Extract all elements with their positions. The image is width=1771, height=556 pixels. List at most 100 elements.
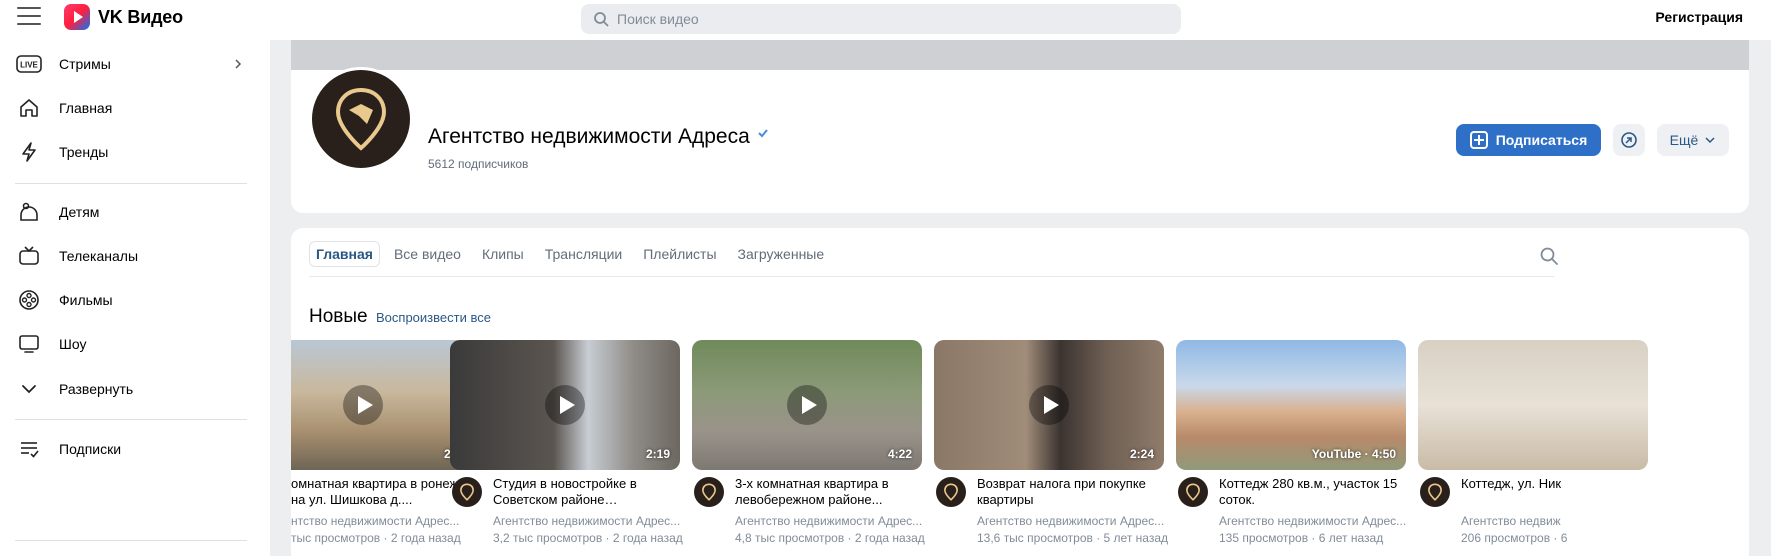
location-pin-logo-icon xyxy=(335,87,387,151)
register-button[interactable]: Регистрация xyxy=(1655,9,1743,25)
sidebar-item-label: Подписки xyxy=(59,441,122,457)
location-pin-logo-icon xyxy=(702,483,716,501)
tab-uploaded[interactable]: Загруженные xyxy=(731,241,832,267)
video-title[interactable]: Возврат налога при покупке квартиры xyxy=(977,476,1167,508)
video-thumbnail[interactable]: 4:22 xyxy=(692,340,922,470)
video-card[interactable]: YouTube · 4:50 Коттедж 280 кв.м., участо… xyxy=(1176,340,1406,545)
video-thumbnail[interactable] xyxy=(1418,340,1648,470)
search-icon[interactable] xyxy=(1539,246,1559,266)
tv-icon xyxy=(16,243,42,269)
video-card[interactable]: 2:19 Студия в новостройке в Советском ра… xyxy=(450,340,683,545)
location-pin-logo-icon xyxy=(1428,483,1442,501)
home-icon xyxy=(16,95,42,121)
sidebar-item-kids[interactable]: Детям xyxy=(0,190,270,234)
channel-avatar[interactable] xyxy=(1420,477,1450,507)
video-duration: 2:19 xyxy=(645,447,670,461)
tab-clips[interactable]: Клипы xyxy=(475,241,531,267)
toy-icon xyxy=(16,199,42,225)
video-title[interactable]: 3-х комнатная квартира в левобережном ра… xyxy=(735,476,925,508)
video-title[interactable]: Студия в новостройке в Советском районе … xyxy=(493,476,683,508)
subscriber-count: 5612 подписчиков xyxy=(428,157,529,171)
share-icon xyxy=(1621,132,1637,148)
video-channel[interactable]: Агентство недвижимости Адрес... xyxy=(1219,514,1409,528)
video-meta: 3,2 тыс просмотров · 2 года назад xyxy=(493,531,683,545)
chevron-down-icon xyxy=(16,376,42,402)
location-pin-logo-icon xyxy=(944,483,958,501)
video-channel[interactable]: нтство недвижимости Адрес... xyxy=(291,514,481,528)
video-title[interactable]: Коттедж 280 кв.м., участок 15 соток. xyxy=(1219,476,1409,508)
divider xyxy=(309,276,1554,277)
sidebar-item-label: Фильмы xyxy=(59,292,113,308)
monitor-icon xyxy=(16,331,42,357)
share-button[interactable] xyxy=(1613,124,1645,156)
video-title[interactable]: Коттедж, ул. Ник xyxy=(1461,476,1651,492)
plus-icon xyxy=(1469,131,1488,149)
more-button[interactable]: Ещё xyxy=(1657,124,1729,156)
tab-playlists[interactable]: Плейлисты xyxy=(636,241,723,267)
logo[interactable]: VK Видео xyxy=(64,4,183,30)
sidebar: LIVE Стримы Главная Тренды Детям Телекан… xyxy=(0,40,270,556)
channel-cover xyxy=(291,40,1749,70)
video-thumbnail[interactable]: 2:19 xyxy=(450,340,680,470)
section-title: Новые xyxy=(309,306,368,327)
video-meta: 4,8 тыс просмотров · 2 года назад xyxy=(735,531,925,545)
menu-icon[interactable] xyxy=(17,7,41,27)
play-all-link[interactable]: Воспроизвести все xyxy=(376,310,491,325)
lightning-icon xyxy=(16,139,42,165)
video-meta: 135 просмотров · 6 лет назад xyxy=(1219,531,1384,545)
sidebar-item-films[interactable]: Фильмы xyxy=(0,278,270,322)
video-channel[interactable]: Агентство недвижимости Адрес... xyxy=(977,514,1167,528)
video-card[interactable]: 2:24 Возврат налога при покупке квартиры… xyxy=(934,340,1168,545)
subscribe-button[interactable]: Подписаться xyxy=(1456,124,1601,156)
sidebar-item-streams[interactable]: LIVE Стримы xyxy=(0,42,270,86)
channel-avatar[interactable] xyxy=(936,477,966,507)
video-thumbnail[interactable]: YouTube · 4:50 xyxy=(1176,340,1406,470)
main-content: Агентство недвижимости Адреса 5612 подпи… xyxy=(270,40,1771,556)
tab-broadcasts[interactable]: Трансляции xyxy=(538,241,629,267)
video-channel[interactable]: Агентство недвиж xyxy=(1461,514,1651,528)
play-icon xyxy=(787,385,827,425)
chevron-right-icon xyxy=(235,59,242,69)
video-meta: тыс просмотров · 2 года назад xyxy=(291,531,461,545)
sidebar-item-shows[interactable]: Шоу xyxy=(0,322,270,366)
channel-avatar[interactable] xyxy=(694,477,724,507)
tab-main[interactable]: Главная xyxy=(309,241,380,267)
divider xyxy=(15,183,247,184)
divider xyxy=(15,419,247,420)
channel-content: Главная Все видео Клипы Трансляции Плейл… xyxy=(291,228,1749,556)
sidebar-item-home[interactable]: Главная xyxy=(0,86,270,130)
verified-icon xyxy=(758,129,768,138)
vk-video-logo-icon xyxy=(64,4,90,30)
sidebar-item-label: Главная xyxy=(59,100,113,116)
sidebar-item-expand[interactable]: Развернуть xyxy=(0,367,270,411)
search-bar[interactable] xyxy=(581,4,1181,34)
divider xyxy=(15,540,247,541)
channel-avatar[interactable] xyxy=(452,477,482,507)
sidebar-item-tv-channels[interactable]: Телеканалы xyxy=(0,234,270,278)
video-thumbnail[interactable]: 2:24 xyxy=(934,340,1164,470)
channel-avatar[interactable] xyxy=(309,67,413,171)
location-pin-logo-icon xyxy=(1186,483,1200,501)
video-channel[interactable]: Агентство недвижимости Адрес... xyxy=(735,514,925,528)
film-reel-icon xyxy=(16,287,42,313)
play-icon xyxy=(1029,385,1069,425)
play-icon xyxy=(343,385,383,425)
video-card[interactable]: 4:22 3-х комнатная квартира в левобережн… xyxy=(692,340,925,545)
video-channel[interactable]: Агентство недвижимости Адрес... xyxy=(493,514,683,528)
sidebar-item-subscriptions[interactable]: Подписки xyxy=(0,427,270,471)
video-card[interactable]: Коттедж, ул. Ник Агентство недвиж 206 пр… xyxy=(1418,340,1648,545)
search-input[interactable] xyxy=(617,11,1157,27)
video-meta: 206 просмотров · 6 xyxy=(1461,531,1568,545)
video-duration: 2:24 xyxy=(1129,447,1154,461)
channel-tabs: Главная Все видео Клипы Трансляции Плейл… xyxy=(309,241,838,267)
channel-avatar[interactable] xyxy=(1178,477,1208,507)
sidebar-item-trends[interactable]: Тренды xyxy=(0,130,270,174)
video-meta: 13,6 тыс просмотров · 5 лет назад xyxy=(977,531,1168,545)
chevron-down-icon xyxy=(1705,137,1715,144)
sidebar-item-label: Стримы xyxy=(59,56,111,72)
tab-all-videos[interactable]: Все видео xyxy=(387,241,468,267)
sidebar-item-label: Развернуть xyxy=(59,381,134,397)
sidebar-item-label: Тренды xyxy=(59,144,109,160)
channel-header: Агентство недвижимости Адреса 5612 подпи… xyxy=(291,67,1749,213)
sidebar-item-label: Телеканалы xyxy=(59,248,139,264)
